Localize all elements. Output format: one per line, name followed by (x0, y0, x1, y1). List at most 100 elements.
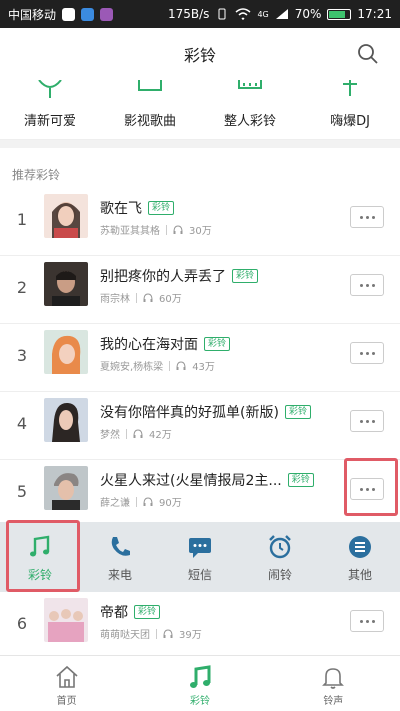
nav-ringtone[interactable]: 铃声 (267, 656, 400, 711)
alarm-clock-icon (269, 535, 291, 559)
headphone-icon (133, 428, 143, 438)
song-cover (44, 598, 88, 642)
category-item[interactable]: 嗨爆DJ (300, 80, 400, 139)
song-plays: 30万 (189, 226, 212, 237)
app-notification-icon (81, 7, 95, 21)
more-options-button[interactable] (350, 610, 384, 632)
dj-category-icon (343, 80, 357, 96)
page-title: 彩铃 (183, 46, 216, 65)
song-row[interactable]: 3 我的心在海对面 彩铃 夏婉安,杨栋梁 43万 (0, 324, 400, 392)
song-title: 我的心在海对面 (100, 337, 198, 353)
headphone-icon (143, 292, 153, 302)
category-item[interactable]: 影视歌曲 (100, 80, 200, 139)
category-item[interactable]: 整人彩铃 (200, 80, 300, 139)
song-title: 火星人来过(火星情报局2主... (100, 473, 282, 489)
song-artist: 雨宗林 (100, 294, 130, 305)
category-strip: 清新可爱 影视歌曲 整人彩铃 嗨爆DJ (0, 80, 400, 140)
menu-icon (349, 536, 371, 558)
bottom-navigation: 首页 彩铃 铃声 (0, 655, 400, 711)
bell-icon (322, 668, 345, 689)
signal-icon (275, 9, 288, 19)
song-title: 没有你陪伴真的好孤单(新版) (100, 405, 279, 421)
home-icon (56, 665, 78, 688)
song-artist: 夏婉安,杨栋梁 (100, 362, 164, 373)
song-rank: 2 (16, 278, 28, 297)
app-header: 彩铃 (0, 28, 400, 80)
action-incoming-call[interactable]: 来电 (80, 522, 160, 592)
film-category-icon (138, 80, 162, 91)
song-cover (44, 330, 88, 374)
nav-label: 彩铃 (189, 696, 210, 707)
battery-icon (327, 8, 352, 20)
category-label: 整人彩铃 (223, 114, 276, 129)
category-label: 嗨爆DJ (330, 114, 370, 129)
more-options-button[interactable] (350, 410, 384, 432)
search-icon[interactable] (356, 42, 380, 66)
action-label: 其他 (347, 568, 372, 582)
network-speed: 175B/s (168, 7, 210, 21)
action-label: 短信 (187, 568, 212, 582)
action-label: 闹铃 (267, 568, 292, 582)
app-notification-icon-2 (100, 7, 114, 21)
network-type: 4G (257, 9, 269, 19)
category-item[interactable]: 清新可爱 (0, 80, 100, 139)
more-options-button[interactable] (350, 206, 384, 228)
ringback-tag: 彩铃 (134, 605, 161, 619)
song-plays: 42万 (149, 430, 172, 441)
song-title: 别把疼你的人弄丢了 (100, 269, 226, 285)
more-options-button[interactable] (350, 274, 384, 296)
highlight-frame (6, 520, 80, 592)
category-label: 清新可爱 (23, 114, 76, 129)
more-options-button[interactable] (350, 342, 384, 364)
song-row[interactable]: 6 帝都 彩铃 萌萌哒天团 39万 (0, 592, 400, 660)
action-label: 来电 (107, 568, 132, 582)
song-row[interactable]: 5 火星人来过(火星情报局2主... 彩铃 薛之谦 90万 (0, 460, 400, 528)
song-artist: 萌萌哒天团 (100, 630, 150, 641)
song-cover (44, 194, 88, 238)
song-row[interactable]: 4 没有你陪伴真的好孤单(新版) 彩铃 梦然 42万 (0, 392, 400, 460)
song-rank: 1 (16, 210, 28, 229)
song-cover (44, 466, 88, 510)
nav-label: 铃声 (323, 696, 344, 707)
song-artist: 薛之谦 (100, 498, 130, 509)
song-cover (44, 262, 88, 306)
action-alarm[interactable]: 闹铃 (240, 522, 320, 592)
ringback-tag: 彩铃 (287, 473, 314, 487)
nav-ringback[interactable]: 彩铃 (133, 656, 266, 711)
ringback-tag: 彩铃 (232, 269, 259, 283)
song-row[interactable]: 2 别把疼你的人弄丢了 彩铃 雨宗林 60万 (0, 256, 400, 324)
headphone-icon (173, 224, 183, 234)
song-plays: 60万 (159, 294, 182, 305)
song-plays: 90万 (159, 498, 182, 509)
song-plays: 39万 (179, 630, 202, 641)
nav-home[interactable]: 首页 (0, 656, 133, 711)
carrier-label: 中国移动 (8, 7, 57, 22)
headphone-icon (176, 360, 186, 370)
section-title: 推荐彩铃 (12, 168, 61, 182)
song-rank: 4 (16, 414, 28, 433)
ringback-tag: 彩铃 (204, 337, 231, 351)
battery-percent: 70% (294, 7, 322, 21)
highlight-frame (344, 458, 398, 516)
nav-label: 首页 (56, 696, 77, 707)
song-title: 歌在飞 (100, 201, 142, 217)
phone-icon (111, 537, 130, 556)
message-icon (189, 538, 211, 558)
cute-category-icon (38, 80, 62, 98)
notification-icon (62, 7, 76, 21)
headphone-icon (163, 628, 173, 638)
ringback-tag: 彩铃 (284, 405, 311, 419)
clock: 17:21 (357, 7, 392, 21)
song-rank: 5 (16, 482, 28, 501)
action-other[interactable]: 其他 (320, 522, 400, 592)
status-bar: 中国移动 175B/s 4G 70% 17:21 (0, 0, 400, 28)
song-artist: 苏勒亚其其格 (100, 226, 160, 237)
action-sms[interactable]: 短信 (160, 522, 240, 592)
song-plays: 43万 (192, 362, 215, 373)
prank-category-icon (238, 80, 262, 89)
section-divider (0, 140, 400, 148)
music-note-icon (189, 665, 211, 688)
song-row[interactable]: 1 歌在飞 彩铃 苏勒亚其其格 30万 (0, 188, 400, 256)
song-title: 帝都 (100, 605, 128, 621)
song-artist: 梦然 (100, 430, 120, 441)
